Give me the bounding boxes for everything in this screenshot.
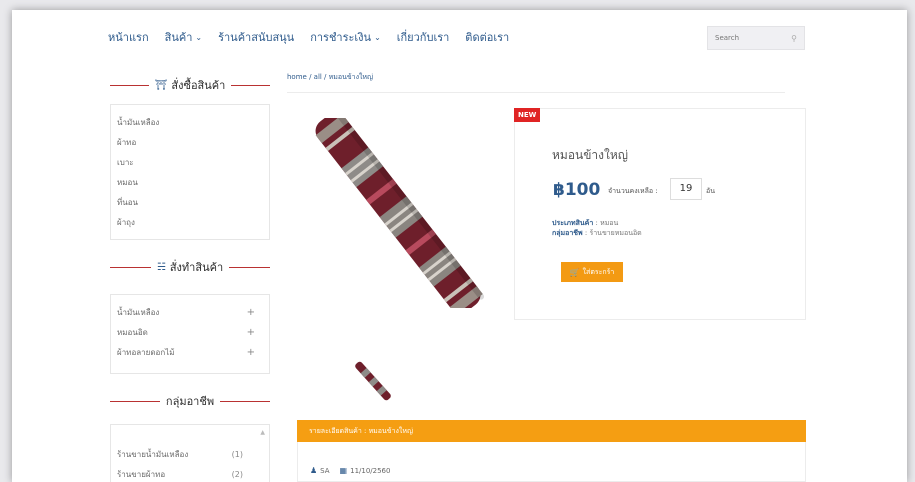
custom-category-item[interactable]: ผ้าทอลายดอกไม้ + [111,343,269,363]
heading-rule [231,84,271,86]
group-item-label: ร้านขายผ้าทอ [117,470,166,479]
post-date: 11/10/2560 [350,466,391,475]
plus-icon[interactable]: + [247,343,255,363]
author-name: SA [320,466,330,475]
nav-item-label: สินค้า [164,31,193,44]
nav-item-label: ร้านค้าสนับสนุน [218,31,295,44]
product-title: หมอนข้างใหญ่ [552,148,629,162]
plus-icon[interactable]: + [247,303,255,323]
custom-category-item[interactable]: น้ำมันเหลือง + [111,303,269,323]
add-to-cart-button[interactable]: 🛒 ใส่ตระกร้า [561,262,623,282]
stock-unit: อัน [706,187,715,195]
group-item[interactable]: ร้านขายน้ำมันเหลือง (1) [111,445,269,465]
cart-icon: 🛒 [569,267,580,277]
search-box[interactable]: ⚲ [707,26,805,50]
nav-item-label: การชำระเงิน [310,31,372,44]
product-group-label: กลุ่มอาชีพ [552,229,583,237]
chevron-down-icon: ⌄ [195,32,203,42]
order-category-item[interactable]: ผ้าถุง [111,213,269,233]
main-nav: หน้าแรก สินค้า ⌄ ร้านค้าสนับสนุน การชำระเงิน… [108,28,525,46]
search-input[interactable] [715,34,775,42]
order-category-item[interactable]: เบาะ [111,153,269,173]
group-item[interactable]: ร้านขายผ้าทอ (2) [111,465,269,482]
custom-category-label: ผ้าทอลายดอกไม้ [117,348,175,357]
product-thumbnail[interactable] [350,358,396,404]
stock-quantity: 19 [670,178,702,200]
nav-item-label: เกี่ยวกับเรา [396,31,450,44]
group-title: กลุ่มอาชีพ [165,395,215,408]
product-type-value: : หมอน [593,219,619,227]
product-group: กลุ่มอาชีพ : ร้านขายหมอนอิด [552,228,642,239]
nav-item-5[interactable]: ติดต่อเรา [465,28,509,46]
custom-category-list: น้ำมันเหลือง + หมอนอิด + ผ้าทอลายดอกไม้ + [110,294,270,374]
nav-item-2[interactable]: ร้านค้าสนับสนุน [218,28,294,46]
heading-rule [229,266,270,268]
product-image [315,118,485,308]
product-group-value: : ร้านขายหมอนอิด [582,229,642,237]
post-meta: ♟ SA ▦ 11/10/2560 [310,466,390,475]
custom-category-label: น้ำมันเหลือง [117,308,160,317]
add-to-cart-label: ใส่ตระกร้า [582,267,615,276]
group-item-count: (1) [231,450,243,459]
user-icon: ♟ [310,466,318,475]
order-category-item[interactable]: น้ำมันเหลือง [111,113,269,133]
product-type-label: ประเภทสินค้า [552,219,594,227]
custom-category-item[interactable]: หมอนอิด + [111,323,269,343]
group-list: ▲ ร้านขายน้ำมันเหลือง (1) ร้านขายผ้าทอ (2) [110,424,270,482]
custom-title: สั่งทำสินค้า [169,261,224,274]
order-title: สั่งซื้อสินค้า [171,79,226,92]
stock-label: จำนวนคงเหลือ : [608,187,658,195]
nav-item-0[interactable]: หน้าแรก [108,28,149,46]
nav-item-label: ติดต่อเรา [465,31,510,44]
breadcrumb-divider [287,92,785,93]
custom-heading: ☵ สั่งทำสินค้า [110,258,270,276]
custom-category-label: หมอนอิด [117,328,148,337]
group-heading: กลุ่มอาชีพ [110,392,270,410]
plus-icon[interactable]: + [247,323,255,343]
group-item-count: (2) [231,470,243,479]
breadcrumb[interactable]: home / all / หมอนข้างใหญ่ [287,72,373,83]
heading-rule [110,266,151,268]
heading-rule [220,400,270,402]
nav-item-3[interactable]: การชำระเงิน ⌄ [310,28,381,46]
heading-rule [110,84,149,86]
nav-item-1[interactable]: สินค้า ⌄ [165,28,202,46]
basket-icon: ☵ [156,261,166,273]
nav-item-4[interactable]: เกี่ยวกับเรา [397,28,450,46]
search-icon[interactable]: ⚲ [791,34,797,43]
new-badge: NEW [514,108,541,122]
order-category-item[interactable]: ผ้าทอ [111,133,269,153]
details-bar: รายละเอียดสินค้า : หมอนข้างใหญ่ [297,420,806,442]
order-category-item[interactable]: ที่นอน [111,193,269,213]
order-category-item[interactable]: หมอน [111,173,269,193]
details-body [297,442,806,482]
bank-icon: ⛩ [154,79,168,91]
group-item-label: ร้านขายน้ำมันเหลือง [117,450,189,459]
order-heading: ⛩ สั่งซื้อสินค้า [110,76,271,94]
calendar-icon: ▦ [339,466,348,475]
product-info-card [514,108,806,320]
nav-item-label: หน้าแรก [108,31,149,44]
heading-rule [110,400,160,402]
chevron-down-icon: ⌄ [374,32,381,42]
product-price: ฿100 [553,180,601,200]
scroll-up-icon[interactable]: ▲ [260,429,265,436]
order-category-list: น้ำมันเหลือง ผ้าทอ เบาะ หมอน ที่นอน ผ้าถุง [110,104,270,240]
